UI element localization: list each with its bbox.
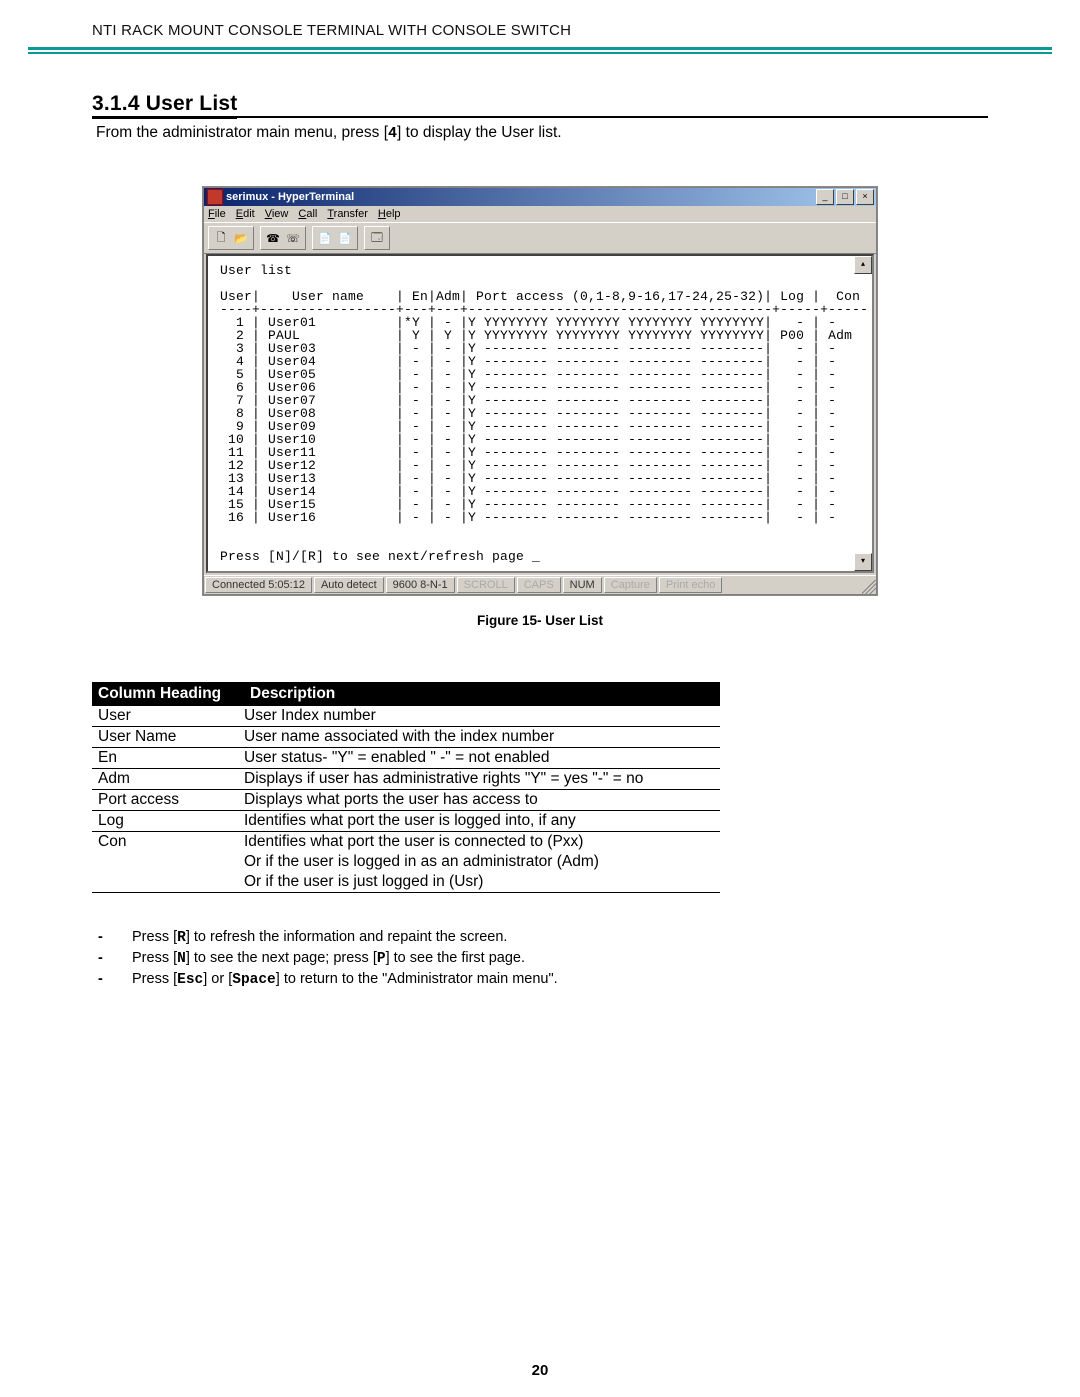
table-cell-heading: Port access [92,790,238,811]
status-autodetect: Auto detect [314,577,384,593]
resize-grip-icon[interactable] [862,580,876,594]
table-cell-heading [92,872,238,893]
menu-call[interactable]: Call [298,208,317,220]
page-number: 20 [0,1362,1080,1379]
maximize-button[interactable]: □ [836,189,854,205]
figure-caption: Figure 15- User List [92,613,988,628]
column-description-table: Column Heading Description UserUser Inde… [92,682,720,893]
table-cell-description: User status- "Y" = enabled " -" = not en… [238,748,720,769]
send-icon[interactable]: 📄 [315,228,335,248]
table-cell-description: Or if the user is just logged in (Usr) [238,872,720,893]
note-bullet: - [92,929,132,946]
note-line: -Press [Esc] or [Space] to return to the… [92,971,988,988]
toolbar: 🗋📂 ☎☏ 📄📄 🗔 [204,222,876,254]
header-rule [28,47,1052,54]
scrollbar-up-icon[interactable]: ▴ [854,256,872,274]
section-name: User List [146,92,238,115]
table-cell-description: Displays what ports the user has access … [238,790,720,811]
minimize-button[interactable]: _ [816,189,834,205]
terminal-area[interactable]: User list User| User name | En|Adm| Port… [208,256,872,571]
scrollbar-down-icon[interactable]: ▾ [854,553,872,571]
note-text: Press [R] to refresh the information and… [132,929,507,946]
status-num: NUM [563,577,602,593]
status-caps: CAPS [517,577,561,593]
keyboard-notes: -Press [R] to refresh the information an… [92,929,988,988]
note-bullet: - [92,950,132,967]
menu-file[interactable]: File [208,208,226,220]
section-number: 3.1.4 [92,92,140,115]
table-cell-description: Identifies what port the user is logged … [238,811,720,832]
table-cell-heading: Con [92,832,238,853]
menu-view[interactable]: View [265,208,289,220]
hangup-icon[interactable]: ☏ [283,228,303,248]
table-cell-heading: User Name [92,727,238,748]
status-capture: Capture [604,577,657,593]
open-icon[interactable]: 📂 [231,228,251,248]
menu-transfer[interactable]: Transfer [327,208,368,220]
new-file-icon[interactable]: 🗋 [211,228,231,248]
intro-text: From the administrator main menu, press … [96,124,988,142]
status-bar: Connected 5:05:12 Auto detect 9600 8-N-1… [204,575,876,594]
table-cell-heading [92,852,238,872]
doc-header: NTI RACK MOUNT CONSOLE TERMINAL WITH CON… [0,0,1080,47]
status-baud: 9600 8-N-1 [386,577,455,593]
status-scroll: SCROLL [457,577,515,593]
menu-help[interactable]: Help [378,208,401,220]
call-icon[interactable]: ☎ [263,228,283,248]
table-cell-heading: User [92,706,238,727]
table-header-col: Column Heading [92,682,238,706]
hyperterminal-window: serimux - HyperTerminal _ □ × File Edit Vi… [203,187,877,595]
table-cell-description: Or if the user is logged in as an admini… [238,852,720,872]
terminal-frame: ▴ User list User| User name | En|Adm| Po… [206,254,874,573]
intro-key: 4 [388,125,397,142]
status-echo: Print echo [659,577,723,593]
note-text: Press [Esc] or [Space] to return to the … [132,971,558,988]
table-cell-description: User name associated with the index numb… [238,727,720,748]
window-titlebar[interactable]: serimux - HyperTerminal _ □ × [204,188,876,206]
window-title: serimux - HyperTerminal [226,191,354,203]
intro-prefix: From the administrator main menu, press … [96,124,388,141]
table-header-desc: Description [238,682,720,706]
properties-icon[interactable]: 🗔 [367,228,387,248]
note-line: -Press [R] to refresh the information an… [92,929,988,946]
table-cell-heading: Log [92,811,238,832]
receive-icon[interactable]: 📄 [335,228,355,248]
table-cell-description: Identifies what port the user is connect… [238,832,720,853]
menu-edit[interactable]: Edit [236,208,255,220]
note-text: Press [N] to see the next page; press [P… [132,950,525,967]
app-icon [207,189,223,205]
table-cell-description: User Index number [238,706,720,727]
table-cell-heading: Adm [92,769,238,790]
note-bullet: - [92,971,132,988]
close-button[interactable]: × [856,189,874,205]
table-cell-description: Displays if user has administrative righ… [238,769,720,790]
status-connected: Connected 5:05:12 [205,577,312,593]
menu-bar: File Edit View Call Transfer Help [204,206,876,222]
intro-suffix: ] to display the User list. [397,124,562,141]
section-title: 3.1.4 User List [92,92,237,119]
table-cell-heading: En [92,748,238,769]
note-line: -Press [N] to see the next page; press [… [92,950,988,967]
